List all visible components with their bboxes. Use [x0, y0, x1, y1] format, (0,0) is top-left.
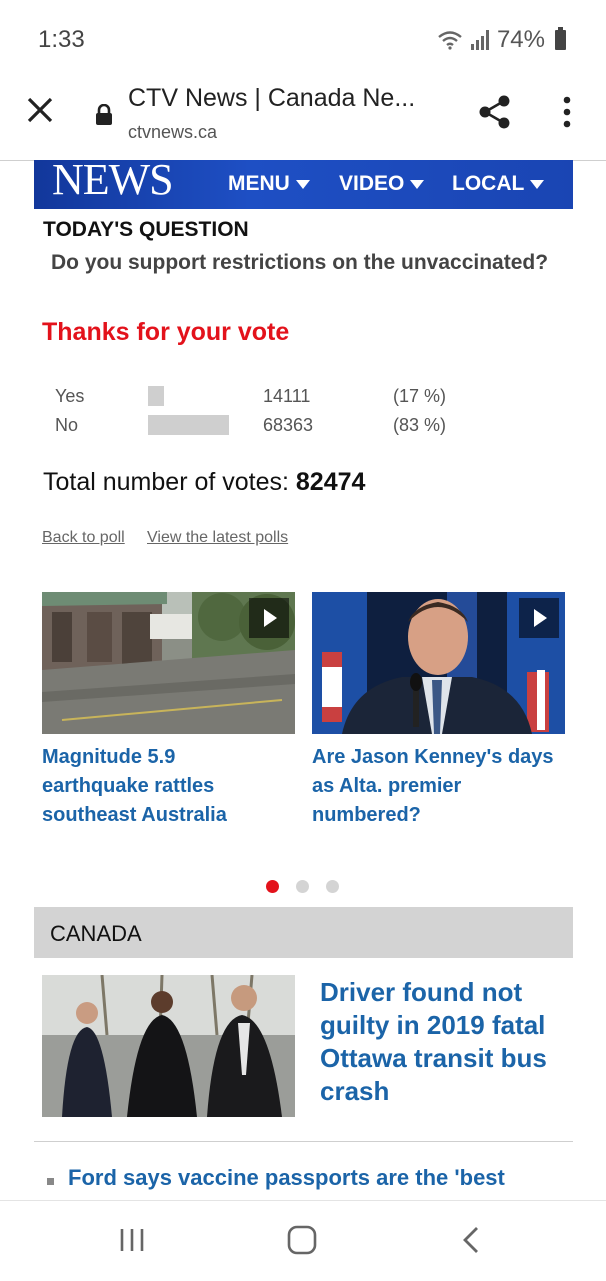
carousel-thumb-kenney[interactable] — [312, 592, 565, 734]
result-yes-bar — [148, 386, 164, 406]
carousel-thumb-earthquake[interactable] — [42, 592, 295, 734]
caret-down-icon — [410, 179, 425, 189]
result-no-bar — [148, 415, 229, 435]
nav-local[interactable]: LOCAL — [452, 172, 545, 196]
carousel-dot-3[interactable] — [326, 880, 339, 893]
site-logo[interactable]: NEWS — [52, 160, 174, 205]
result-no-count: 68363 — [263, 415, 314, 435]
home-icon[interactable] — [286, 1225, 318, 1255]
nav-menu-label: MENU — [228, 172, 290, 195]
result-yes-percent: (17 %) — [393, 386, 447, 406]
canada-list-item[interactable]: Ford says vaccine passports are the 'bes… — [68, 1165, 505, 1191]
poll-question: Do you support restrictions on the unvac… — [51, 251, 549, 274]
canada-section-header[interactable]: CANADA — [34, 907, 573, 958]
page-url[interactable]: ctvnews.ca — [128, 122, 217, 143]
result-no-label: No — [55, 415, 79, 435]
carousel-dot-2[interactable] — [296, 880, 309, 893]
court-photo — [42, 975, 295, 1117]
page-title[interactable]: CTV News | Canada Ne... — [128, 84, 428, 113]
vote-confirmation: Thanks for your vote — [42, 318, 290, 346]
canada-lead-headline[interactable]: Driver found not guilty in 2019 fatal Ot… — [320, 976, 560, 1108]
lock-icon — [96, 104, 112, 125]
back-icon[interactable] — [460, 1225, 482, 1255]
total-votes-label: Total number of votes: — [43, 468, 296, 496]
status-icons: 74% — [437, 26, 566, 54]
caret-down-icon — [530, 179, 545, 189]
caret-down-icon — [295, 179, 310, 189]
result-yes-label: Yes — [55, 386, 85, 406]
status-time: 1:33 — [38, 26, 85, 53]
system-nav-bar — [0, 1200, 606, 1281]
battery-icon — [555, 27, 566, 50]
result-yes-count: 14111 — [263, 386, 311, 406]
wifi-icon — [438, 31, 462, 50]
carousel-dot-1[interactable] — [266, 880, 279, 893]
result-no-percent: (83 %) — [393, 415, 447, 435]
play-icon[interactable] — [249, 598, 289, 638]
canada-lead-image[interactable] — [42, 975, 295, 1117]
battery-percent: 74% — [496, 26, 545, 53]
close-icon[interactable] — [26, 96, 54, 124]
more-vert-icon[interactable] — [562, 96, 572, 128]
browser-toolbar: CTV News | Canada Ne... ctvnews.ca — [0, 70, 606, 161]
share-icon[interactable] — [478, 94, 512, 130]
carousel-headline-1[interactable]: Magnitude 5.9 earthquake rattles southea… — [42, 743, 272, 830]
site-header: NEWS MENU VIDEO LOCAL — [34, 160, 573, 209]
play-icon[interactable] — [519, 598, 559, 638]
poll-section-label: TODAY'S QUESTION — [43, 218, 249, 241]
back-to-poll-link[interactable]: Back to poll — [42, 529, 125, 547]
nav-local-label: LOCAL — [452, 172, 525, 195]
total-votes-value: 82474 — [295, 468, 366, 496]
recents-icon[interactable] — [118, 1227, 146, 1253]
latest-polls-link[interactable]: View the latest polls — [147, 529, 288, 547]
total-votes: Total number of votes: 82474 — [43, 468, 365, 497]
nav-video-label: VIDEO — [339, 172, 405, 195]
carousel-headline-2[interactable]: Are Jason Kenney's days as Alta. premier… — [312, 743, 572, 830]
nav-menu[interactable]: MENU — [228, 172, 310, 196]
nav-video[interactable]: VIDEO — [339, 172, 425, 196]
canada-section-label: CANADA — [50, 921, 142, 946]
section-divider — [34, 1141, 573, 1142]
signal-icon — [470, 30, 489, 50]
bullet-icon — [47, 1178, 54, 1185]
